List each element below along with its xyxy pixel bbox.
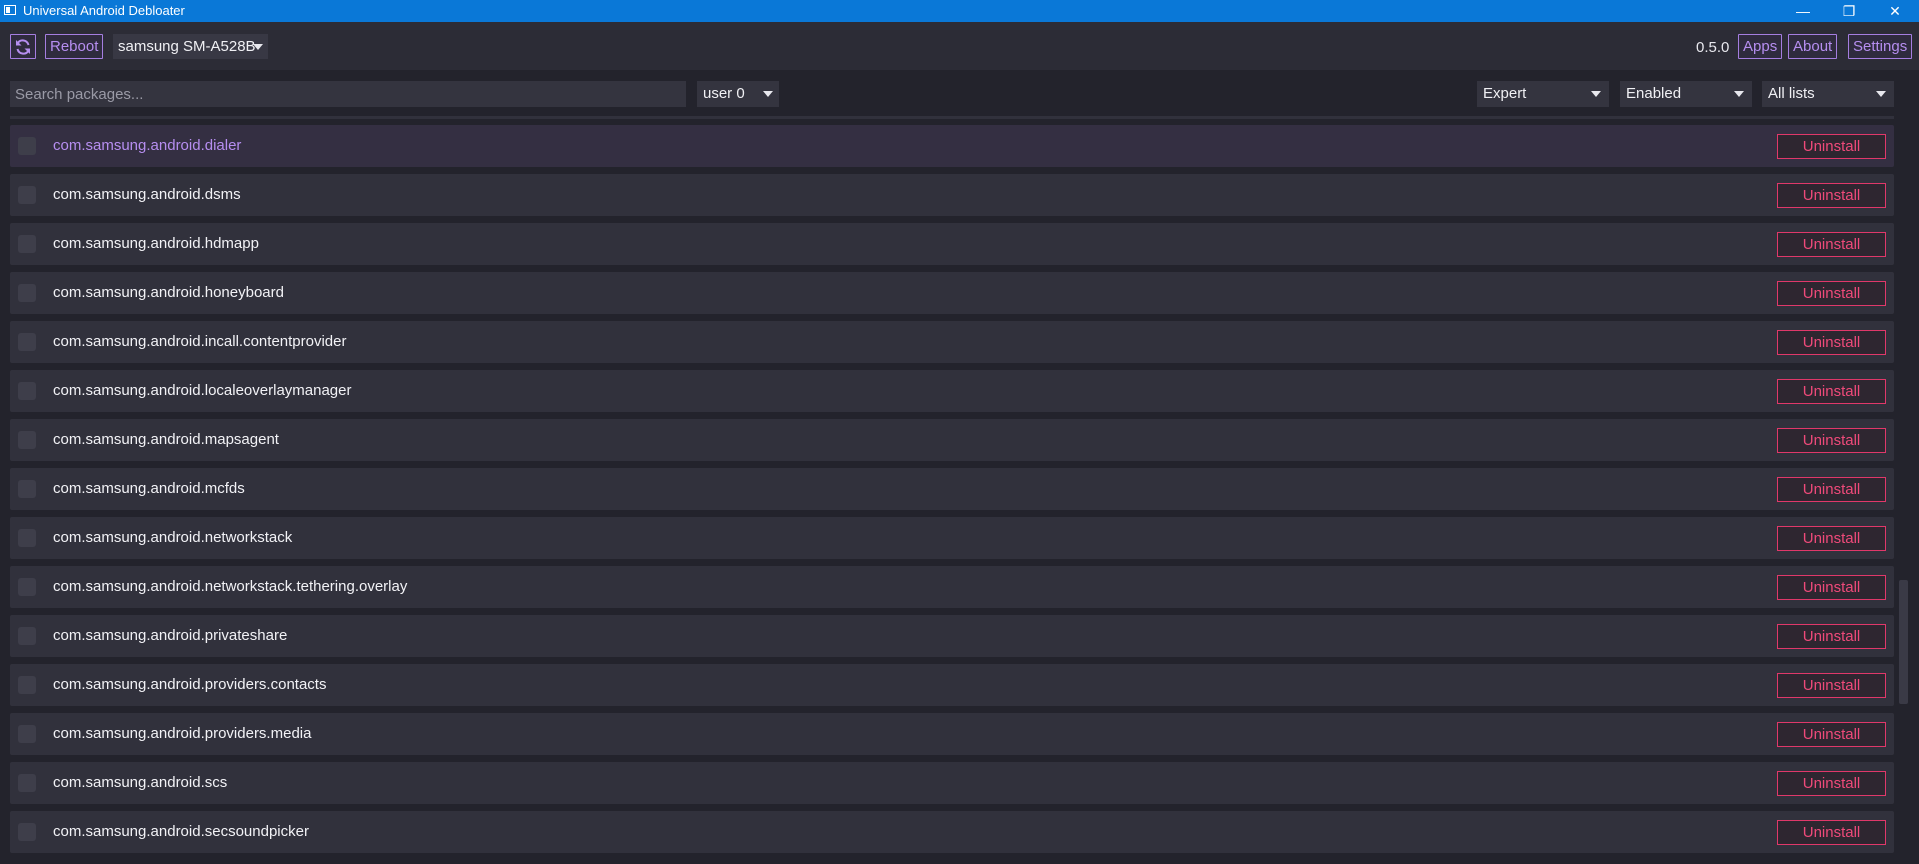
package-name: com.samsung.android.providers.media: [53, 725, 312, 742]
package-checkbox[interactable]: [18, 284, 36, 302]
package-row[interactable]: com.samsung.android.providers.contacts Un…: [10, 664, 1894, 706]
package-name: com.samsung.android.dsms: [53, 186, 241, 203]
uninstall-button[interactable]: Uninstall: [1777, 379, 1886, 404]
uninstall-button[interactable]: Uninstall: [1777, 722, 1886, 747]
package-checkbox[interactable]: [18, 333, 36, 351]
package-row[interactable]: com.samsung.android.networkstack Uninstal…: [10, 517, 1894, 559]
list-top-edge: [10, 116, 1894, 119]
package-row[interactable]: com.samsung.android.networkstack.tetheri…: [10, 566, 1894, 608]
package-checkbox[interactable]: [18, 676, 36, 694]
close-button[interactable]: ✕: [1872, 0, 1918, 22]
package-name: com.samsung.android.honeyboard: [53, 284, 284, 301]
removal-select[interactable]: Expert: [1477, 81, 1609, 107]
uninstall-button[interactable]: Uninstall: [1777, 428, 1886, 453]
chevron-down-icon: [1876, 91, 1886, 97]
package-name: com.samsung.android.scs: [53, 774, 228, 791]
package-checkbox[interactable]: [18, 578, 36, 596]
minimize-button[interactable]: —: [1780, 0, 1826, 22]
package-name: com.samsung.android.mapsagent: [53, 431, 279, 448]
uninstall-button[interactable]: Uninstall: [1777, 134, 1886, 159]
package-checkbox[interactable]: [18, 137, 36, 155]
uninstall-button[interactable]: Uninstall: [1777, 281, 1886, 306]
package-checkbox[interactable]: [18, 382, 36, 400]
scrollbar-track[interactable]: [1898, 117, 1908, 864]
chevron-down-icon: [1734, 91, 1744, 97]
uninstall-button[interactable]: Uninstall: [1777, 526, 1886, 551]
device-select[interactable]: samsung SM-A528B: [113, 34, 268, 59]
package-name: com.samsung.android.providers.contacts: [53, 676, 327, 693]
uninstall-button[interactable]: Uninstall: [1777, 232, 1886, 257]
uninstall-button[interactable]: Uninstall: [1777, 477, 1886, 502]
list-select-label: All lists: [1768, 85, 1815, 102]
package-checkbox[interactable]: [18, 627, 36, 645]
reboot-button[interactable]: Reboot: [45, 34, 104, 59]
uninstall-button[interactable]: Uninstall: [1777, 771, 1886, 796]
package-row[interactable]: com.samsung.android.mapsagent Uninstall: [10, 419, 1894, 461]
refresh-icon: [16, 39, 30, 55]
package-row[interactable]: com.samsung.android.privateshare Uninstal…: [10, 615, 1894, 657]
package-name: com.samsung.android.privateshare: [53, 627, 288, 644]
package-checkbox[interactable]: [18, 774, 36, 792]
search-input[interactable]: [10, 81, 686, 107]
package-checkbox[interactable]: [18, 431, 36, 449]
chevron-down-icon: [253, 44, 263, 50]
uninstall-button[interactable]: Uninstall: [1777, 575, 1886, 600]
package-row[interactable]: com.samsung.android.secsoundpicker Uninst…: [10, 811, 1894, 853]
toolbar: [0, 22, 1919, 70]
package-row[interactable]: com.samsung.android.dsms Uninstall: [10, 174, 1894, 216]
package-row[interactable]: com.samsung.android.hdmapp Uninstall: [10, 223, 1894, 265]
uninstall-button[interactable]: Uninstall: [1777, 183, 1886, 208]
package-row[interactable]: com.samsung.android.providers.media Unins…: [10, 713, 1894, 755]
chevron-down-icon: [763, 91, 773, 97]
uninstall-button[interactable]: Uninstall: [1777, 820, 1886, 845]
refresh-button[interactable]: [10, 34, 36, 59]
window-title: Universal Android Debloater: [23, 3, 185, 18]
user-select-label: user 0: [703, 85, 745, 102]
package-name: com.samsung.android.dialer: [53, 137, 242, 154]
maximize-button[interactable]: ❐: [1826, 0, 1872, 22]
package-row[interactable]: com.samsung.android.scs Uninstall: [10, 762, 1894, 804]
package-checkbox[interactable]: [18, 529, 36, 547]
app-icon: [4, 5, 16, 15]
package-row[interactable]: com.samsung.android.localeoverlaymanager…: [10, 370, 1894, 412]
user-select[interactable]: user 0: [697, 81, 779, 107]
package-checkbox[interactable]: [18, 480, 36, 498]
package-row[interactable]: com.samsung.android.incall.contentprovid…: [10, 321, 1894, 363]
device-label: samsung SM-A528B: [118, 38, 256, 55]
package-name: com.samsung.android.incall.contentprovid…: [53, 333, 347, 350]
package-row[interactable]: com.samsung.android.mcfds Uninstall: [10, 468, 1894, 510]
package-checkbox[interactable]: [18, 725, 36, 743]
list-select[interactable]: All lists: [1762, 81, 1894, 107]
package-name: com.samsung.android.localeoverlaymanager: [53, 382, 352, 399]
package-name: com.samsung.android.hdmapp: [53, 235, 259, 252]
title-bar: Universal Android Debloater — ❐ ✕: [0, 0, 1919, 22]
state-select-label: Enabled: [1626, 85, 1682, 102]
settings-button[interactable]: Settings: [1848, 34, 1913, 59]
package-name: com.samsung.android.secsoundpicker: [53, 823, 309, 840]
scrollbar-thumb[interactable]: [1899, 580, 1908, 704]
state-select[interactable]: Enabled: [1620, 81, 1752, 107]
package-name: com.samsung.android.networkstack.tetheri…: [53, 578, 408, 595]
chevron-down-icon: [1591, 91, 1601, 97]
package-name: com.samsung.android.networkstack: [53, 529, 293, 546]
apps-button[interactable]: Apps: [1738, 34, 1783, 59]
package-row[interactable]: com.samsung.android.honeyboard Uninstall: [10, 272, 1894, 314]
uninstall-button[interactable]: Uninstall: [1777, 673, 1886, 698]
uninstall-button[interactable]: Uninstall: [1777, 330, 1886, 355]
uninstall-button[interactable]: Uninstall: [1777, 624, 1886, 649]
package-row[interactable]: com.samsung.android.dialer Uninstall: [10, 125, 1894, 167]
removal-select-label: Expert: [1483, 85, 1527, 102]
package-name: com.samsung.android.mcfds: [53, 480, 245, 497]
version-label: 0.5.0: [1696, 39, 1730, 56]
about-button[interactable]: About: [1788, 34, 1838, 59]
package-checkbox[interactable]: [18, 186, 36, 204]
package-checkbox[interactable]: [18, 235, 36, 253]
package-checkbox[interactable]: [18, 823, 36, 841]
